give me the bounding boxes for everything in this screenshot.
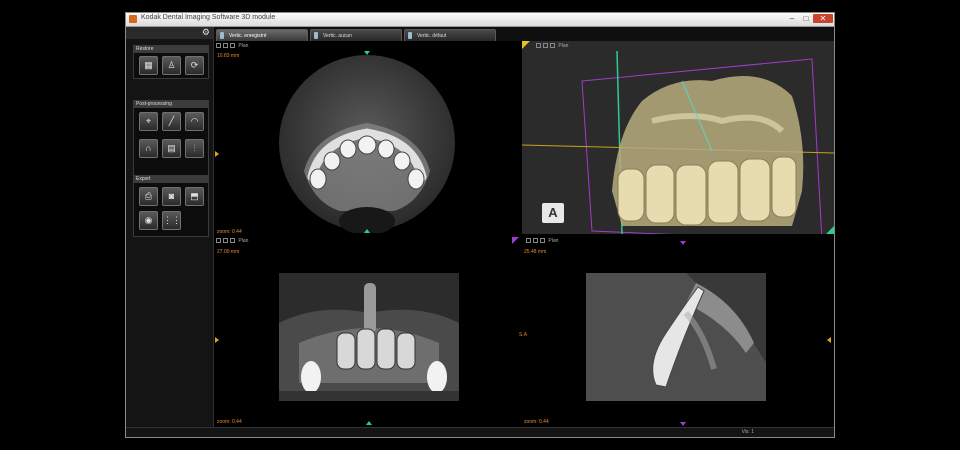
arch-icon[interactable]: ∩	[139, 139, 158, 158]
marker-green	[366, 421, 372, 425]
print-icon[interactable]: ⎙	[139, 187, 158, 206]
disc-icon[interactable]: ◉	[139, 211, 158, 230]
app-window: Kodak Dental Imaging Software 3D module …	[125, 12, 835, 438]
sagittal-toolbar[interactable]: Plan	[526, 237, 558, 245]
minimize-button[interactable]: –	[786, 14, 798, 23]
measure-icon[interactable]: ⌖	[139, 112, 158, 131]
marker-green	[364, 229, 370, 233]
axial-thickness: 10.83 mm	[217, 53, 240, 59]
orientation-badge[interactable]: A	[542, 203, 564, 223]
group-title: Restore	[134, 46, 208, 53]
tab-icon	[408, 32, 412, 39]
group-post-processing: Post-processing ⌖ ╱ ◠ ∩ ▤ ⫶	[133, 100, 209, 180]
sagittal-side-label: S.A	[519, 332, 528, 338]
group-title: Post-processing	[134, 101, 208, 108]
group-title: Export	[134, 176, 208, 183]
maximize-button[interactable]: □	[800, 14, 812, 23]
tab-icon	[220, 32, 224, 39]
camera-icon[interactable]: ◙	[162, 187, 181, 206]
tab-vertic-enregistre[interactable]: Vertic. enregistré	[216, 29, 308, 41]
sagittal-zoom: zoom: 0.44	[524, 419, 549, 425]
corner-marker	[512, 237, 519, 244]
grid-icon[interactable]: ⋮⋮	[162, 211, 181, 230]
scan-icon[interactable]: ▦	[139, 56, 158, 75]
coronal-zoom: zoom: 0.44	[217, 419, 242, 425]
title-bar: Kodak Dental Imaging Software 3D module …	[126, 13, 834, 27]
window-title: Kodak Dental Imaging Software 3D module	[141, 14, 276, 21]
toolbar-label: Plan	[548, 238, 559, 244]
toolbar-label: Plan	[238, 43, 249, 49]
tool-panel: ⚙ Restore ▦ ♙ ⟳ Post-processing ⌖ ╱ ◠ ∩ …	[126, 27, 214, 427]
group-restore: Restore ▦ ♙ ⟳	[133, 45, 209, 79]
implant-icon[interactable]: ⫶	[185, 139, 204, 158]
tab-vertic-aucun[interactable]: Vertic. aucun	[310, 29, 402, 41]
volume-view[interactable]: Plan A	[522, 41, 834, 234]
sagittal-thickness: 25.48 mm	[524, 249, 547, 255]
tab-bar: Vertic. enregistré Vertic. aucun Vertic.…	[214, 27, 834, 41]
gear-icon[interactable]: ⚙	[202, 27, 210, 38]
tab-label: Vertic. défaut	[417, 33, 447, 39]
marker-orange	[215, 337, 219, 343]
sagittal-slice[interactable]	[586, 273, 766, 401]
panel-header: ⚙	[126, 27, 213, 39]
toolbar-label: Plan	[238, 238, 249, 244]
app-icon	[129, 15, 137, 23]
image-viewer: Plan 10.83 mm zoom: 0.44 Plan A Plan 27.…	[214, 41, 834, 427]
ruler-icon[interactable]: ╱	[162, 112, 181, 131]
tab-vertic-defaut[interactable]: Vertic. défaut	[404, 29, 496, 41]
marker-orange	[827, 337, 831, 343]
rotate-icon[interactable]: ⟳	[185, 56, 204, 75]
marker-green	[364, 51, 370, 55]
axial-toolbar[interactable]: Plan	[216, 42, 248, 50]
corner-marker	[826, 226, 834, 234]
status-bar: Vis: 1	[126, 427, 834, 437]
tab-icon	[314, 32, 318, 39]
volume-icon[interactable]: ▤	[162, 139, 181, 158]
axial-zoom: zoom: 0.44	[217, 229, 242, 235]
group-export: Export ⎙ ◙ ⬒ ◉ ⋮⋮	[133, 175, 209, 237]
axial-slice[interactable]	[274, 53, 460, 233]
tab-label: Vertic. aucun	[323, 33, 352, 39]
tab-label: Vertic. enregistré	[229, 33, 267, 39]
close-button[interactable]: ✕	[813, 14, 833, 23]
dental-3d-render	[522, 50, 834, 234]
coronal-toolbar[interactable]: Plan	[216, 237, 248, 245]
tooth-icon[interactable]: ♙	[162, 56, 181, 75]
marker-orange	[215, 151, 219, 157]
marker-purple	[680, 241, 686, 245]
marker-purple	[680, 422, 686, 426]
save-icon[interactable]: ⬒	[185, 187, 204, 206]
status-text: Vis: 1	[741, 429, 754, 435]
curve-icon[interactable]: ◠	[185, 112, 204, 131]
coronal-slice[interactable]	[279, 273, 459, 401]
coronal-thickness: 27.00 mm	[217, 249, 240, 255]
